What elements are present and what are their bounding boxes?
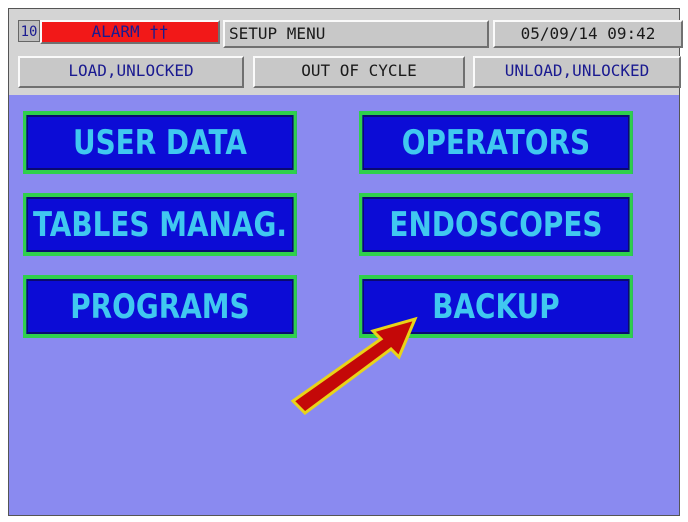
user-data-label: USER DATA xyxy=(72,122,247,163)
alarm-indicator[interactable]: ALARM †† xyxy=(40,20,220,44)
operators-label: OPERATORS xyxy=(401,122,591,163)
alarm-id: 10 xyxy=(18,20,40,42)
unload-status: UNLOAD,UNLOCKED xyxy=(473,56,681,88)
programs-button[interactable]: PROGRAMS xyxy=(23,275,297,338)
cycle-status: OUT OF CYCLE xyxy=(253,56,465,88)
user-data-button[interactable]: USER DATA xyxy=(23,111,297,174)
datetime-display: 05/09/14 09:42 xyxy=(493,20,683,48)
backup-label: BACKUP xyxy=(432,286,560,327)
operators-button[interactable]: OPERATORS xyxy=(359,111,633,174)
endoscopes-button[interactable]: ENDOSCOPES xyxy=(359,193,633,256)
load-status: LOAD,UNLOCKED xyxy=(18,56,244,88)
pointer-arrow-icon xyxy=(290,316,418,415)
top-status-bar: 10 ALARM †† SETUP MENU 05/09/14 09:42 LO… xyxy=(9,9,683,95)
tables-manag-button[interactable]: TABLES MANAG. xyxy=(23,193,297,256)
endoscopes-label: ENDOSCOPES xyxy=(389,204,603,245)
setup-menu-screen: 10 ALARM †† SETUP MENU 05/09/14 09:42 LO… xyxy=(8,8,683,516)
programs-label: PROGRAMS xyxy=(70,286,250,327)
page-title: SETUP MENU xyxy=(223,20,489,48)
tables-manag-label: TABLES MANAG. xyxy=(32,204,287,245)
